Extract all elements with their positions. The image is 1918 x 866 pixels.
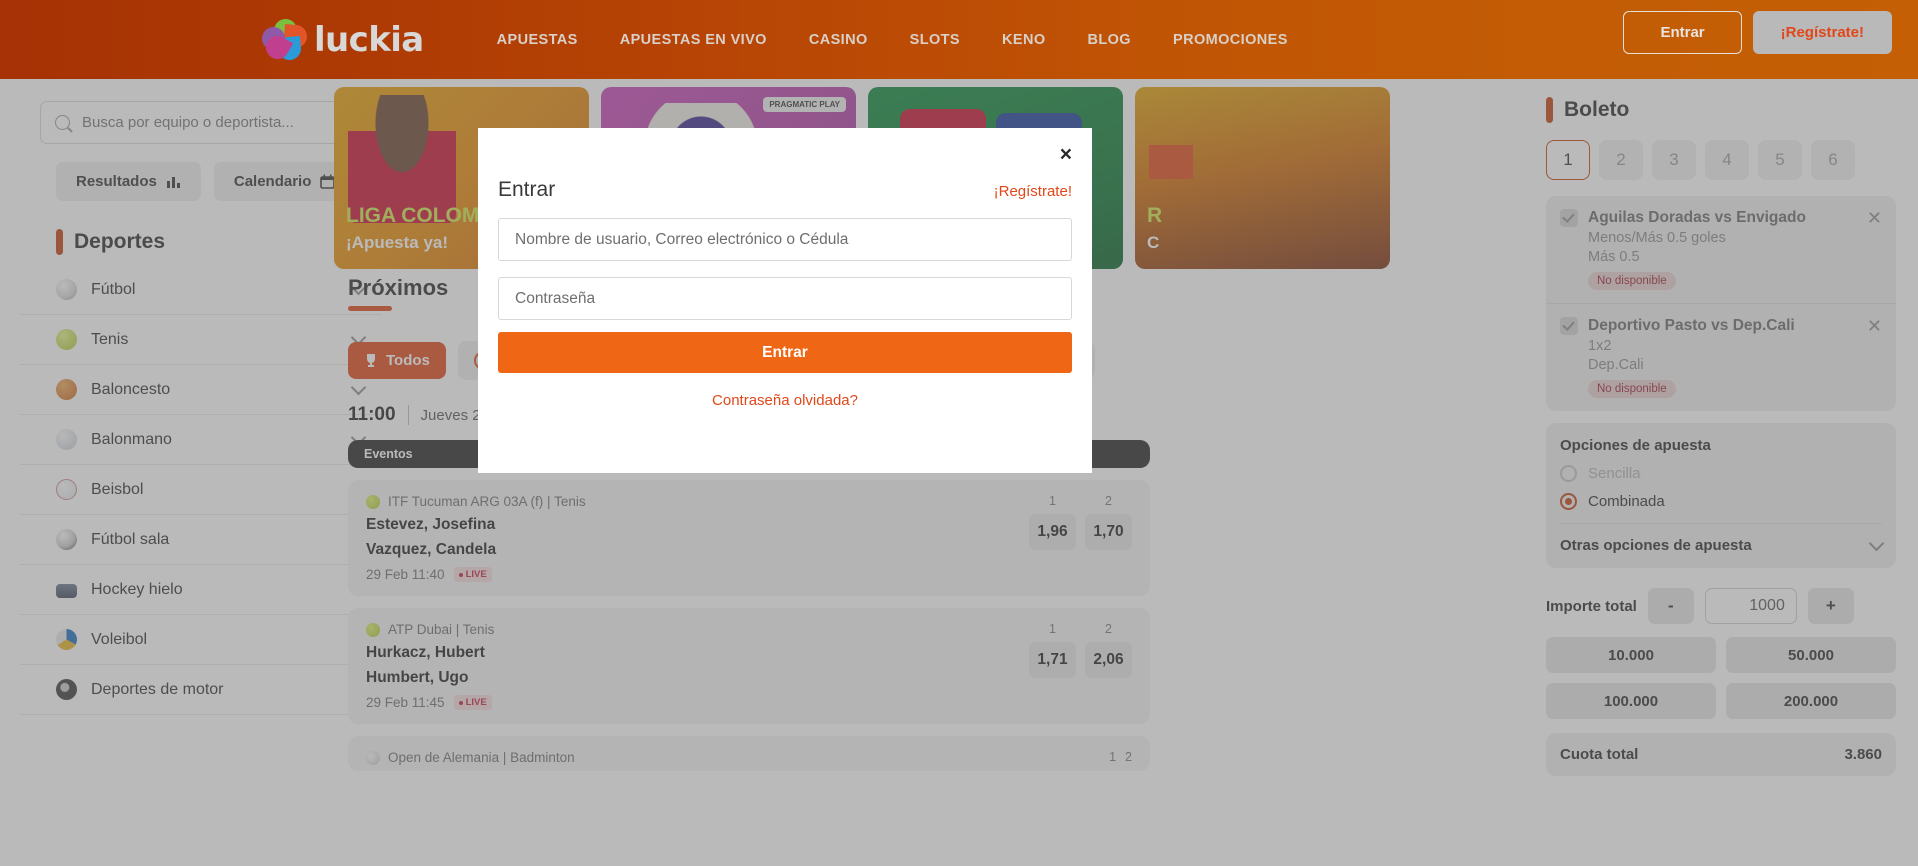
username-field[interactable] xyxy=(498,218,1072,261)
brand-logo[interactable]: luckia xyxy=(260,16,424,63)
nav-item-promociones[interactable]: PROMOCIONES xyxy=(1152,24,1309,56)
header-actions: Entrar ¡Regístrate! xyxy=(1623,11,1892,54)
modal-submit-button[interactable]: Entrar xyxy=(498,332,1072,373)
header-login-button[interactable]: Entrar xyxy=(1623,11,1742,54)
modal-header: Entrar ¡Regístrate! xyxy=(498,156,1072,202)
login-modal: × Entrar ¡Regístrate! Entrar Contraseña … xyxy=(478,128,1092,473)
site-header: luckia APUESTAS APUESTAS EN VIVO CASINO … xyxy=(0,0,1918,79)
nav-item-keno[interactable]: KENO xyxy=(981,24,1067,56)
header-register-button[interactable]: ¡Regístrate! xyxy=(1752,11,1892,54)
nav-item-slots[interactable]: SLOTS xyxy=(889,24,981,56)
password-field[interactable] xyxy=(498,277,1072,320)
luckia-flower-icon xyxy=(260,16,308,63)
modal-register-link[interactable]: ¡Regístrate! xyxy=(994,183,1072,200)
nav-item-apuestas[interactable]: APUESTAS xyxy=(476,24,599,56)
close-icon[interactable]: × xyxy=(1060,144,1072,165)
modal-title: Entrar xyxy=(498,178,556,201)
app-root: luckia APUESTAS APUESTAS EN VIVO CASINO … xyxy=(0,0,1918,866)
nav-item-blog[interactable]: BLOG xyxy=(1067,24,1153,56)
nav-item-apuestas-en-vivo[interactable]: APUESTAS EN VIVO xyxy=(599,24,788,56)
brand-name: luckia xyxy=(314,19,424,60)
nav-item-casino[interactable]: CASINO xyxy=(788,24,889,56)
forgot-password-link[interactable]: Contraseña olvidada? xyxy=(498,392,1072,409)
main-nav: APUESTAS APUESTAS EN VIVO CASINO SLOTS K… xyxy=(476,24,1309,56)
